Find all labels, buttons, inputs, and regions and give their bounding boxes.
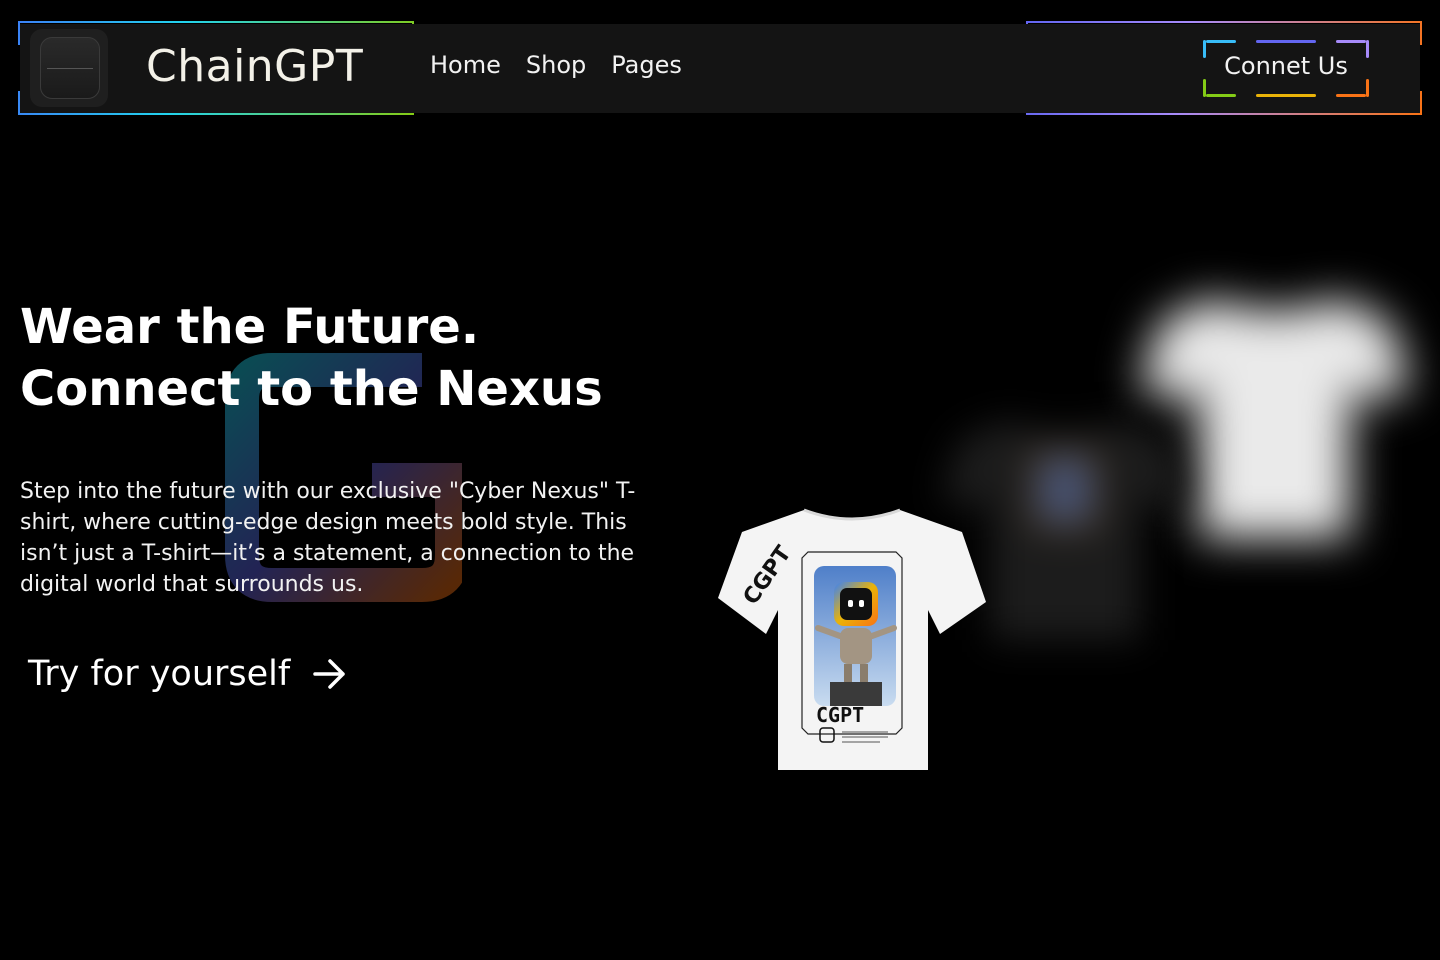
connect-us-label: Connet Us	[1224, 52, 1348, 80]
logo-tile-inner	[40, 37, 100, 99]
button-frame-segment	[1366, 79, 1369, 97]
nav-links: Home Shop Pages	[430, 51, 707, 79]
button-frame-segment	[1203, 79, 1206, 97]
connect-us-button[interactable]: Connet Us	[1203, 40, 1369, 97]
hero-title: Wear the Future. Connect to the Nexus	[20, 296, 603, 420]
hero-description: Step into the future with our exclusive …	[20, 479, 636, 597]
button-frame-segment	[1336, 40, 1366, 43]
button-frame-segment	[1256, 94, 1316, 97]
nav-link-shop[interactable]: Shop	[526, 51, 586, 79]
cyber-nexus-shirt-image[interactable]: CGPT CGPT	[716, 506, 988, 774]
nav-link-pages[interactable]: Pages	[611, 51, 682, 79]
hero-title-line2: Connect to the Nexus	[20, 361, 603, 417]
button-frame-segment	[1256, 40, 1316, 43]
try-for-yourself-button[interactable]: Try for yourself	[28, 654, 348, 694]
brand-name[interactable]: ChainGPT	[146, 41, 363, 92]
arrow-right-icon	[313, 659, 345, 689]
button-frame-segment	[1206, 94, 1236, 97]
hero-title-line1: Wear the Future.	[20, 299, 480, 355]
nav-link-home[interactable]: Home	[430, 51, 501, 79]
logo-icon[interactable]	[30, 29, 108, 107]
try-for-yourself-label: Try for yourself	[28, 654, 291, 694]
shirt-print-text: CGPT	[816, 703, 864, 727]
navbar: ChainGPT Home Shop Pages Connet Us	[18, 21, 1422, 115]
button-frame-segment	[1336, 94, 1366, 97]
button-frame-segment	[1206, 40, 1236, 43]
